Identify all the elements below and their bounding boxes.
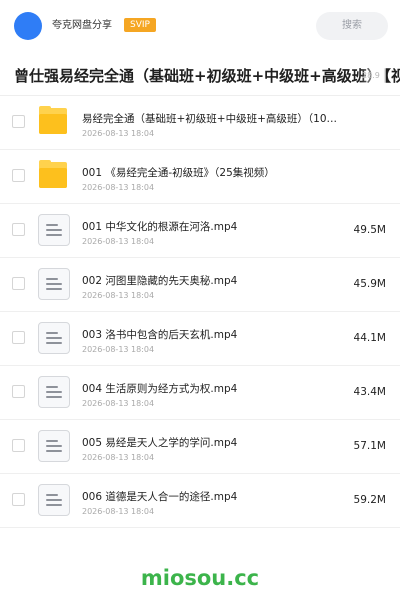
file-list: 易经完全通（基础班+初级班+中级班+高级班）（10… 2026-08-13 18:… [0,96,400,528]
file-document-icon [38,484,70,516]
folder-icon [38,106,70,138]
file-document-icon [38,430,70,462]
file-size: 43.4M [353,386,386,398]
app-header: 夸克网盘分享 SVIP 搜索 [0,0,400,52]
file-row[interactable]: 易经完全通（基础班+初级班+中级班+高级班）（10… 2026-08-13 18:… [0,96,400,150]
file-document-icon [38,376,70,408]
row-checkbox[interactable] [12,169,25,182]
file-date: 2026-08-13 18:04 [82,291,155,300]
file-document-icon [38,214,70,246]
file-row[interactable]: 002 河图里隐藏的先天奥秘.mp4 2026-08-13 18:04 45.9M [0,258,400,312]
file-row[interactable]: 004 生活原则为经方式为权.mp4 2026-08-13 18:04 43.4M [0,366,400,420]
row-checkbox[interactable] [12,331,25,344]
file-row[interactable]: 001 《易经完全通-初级班》（25集视频） 2026-08-13 18:04 [0,150,400,204]
file-date: 2026-08-13 18:04 [82,345,155,354]
file-document-icon [38,322,70,354]
file-row[interactable]: 001 中华文化的根源在河洛.mp4 2026-08-13 18:04 49.5M [0,204,400,258]
share-title-row: 曾仕强易经完全通（基础班+初级班+中级班+高级班）【视 28.9 【视 [0,60,400,92]
file-name: 002 河图里隐藏的先天奥秘.mp4 [82,275,238,287]
file-date: 2026-08-13 18:04 [82,507,155,516]
file-name: 001 《易经完全通-初级班》（25集视频） [82,167,275,179]
file-name: 易经完全通（基础班+初级班+中级班+高级班）（10… [82,113,338,125]
file-size: 59.2M [353,494,386,506]
avatar[interactable] [14,12,42,40]
row-checkbox[interactable] [12,439,25,452]
search-button[interactable]: 搜索 [316,12,388,40]
sharer-name: 夸克网盘分享 [52,20,112,31]
row-checkbox[interactable] [12,277,25,290]
folder-icon [38,160,70,192]
file-date: 2026-08-13 18:04 [82,129,155,138]
file-document-icon [38,268,70,300]
file-size: 44.1M [353,332,386,344]
file-date: 2026-08-13 18:04 [82,237,155,246]
page-title-tail: 【视 [376,67,400,85]
file-row[interactable]: 006 道德是天人合一的途径.mp4 2026-08-13 18:04 59.2M [0,474,400,528]
file-date: 2026-08-13 18:04 [82,183,155,192]
file-name: 003 洛书中包含的后天玄机.mp4 [82,329,238,341]
watermark: miosou.cc [140,566,260,590]
page-title: 曾仕强易经完全通（基础班+初级班+中级班+高级班）【视 [14,67,400,85]
row-checkbox[interactable] [12,223,25,236]
file-name: 006 道德是天人合一的途径.mp4 [82,491,238,503]
file-date: 2026-08-13 18:04 [82,399,155,408]
row-checkbox[interactable] [12,385,25,398]
svip-badge: SVIP [124,18,156,32]
row-checkbox[interactable] [12,493,25,506]
file-size: 49.5M [353,224,386,236]
file-row[interactable]: 003 洛书中包含的后天玄机.mp4 2026-08-13 18:04 44.1M [0,312,400,366]
file-name: 001 中华文化的根源在河洛.mp4 [82,221,238,233]
file-row[interactable]: 005 易经是天人之学的学问.mp4 2026-08-13 18:04 57.1M [0,420,400,474]
file-name: 005 易经是天人之学的学问.mp4 [82,437,238,449]
file-size: 57.1M [353,440,386,452]
file-date: 2026-08-13 18:04 [82,453,155,462]
file-name: 004 生活原则为经方式为权.mp4 [82,383,238,395]
row-checkbox[interactable] [12,115,25,128]
file-size: 45.9M [353,278,386,290]
